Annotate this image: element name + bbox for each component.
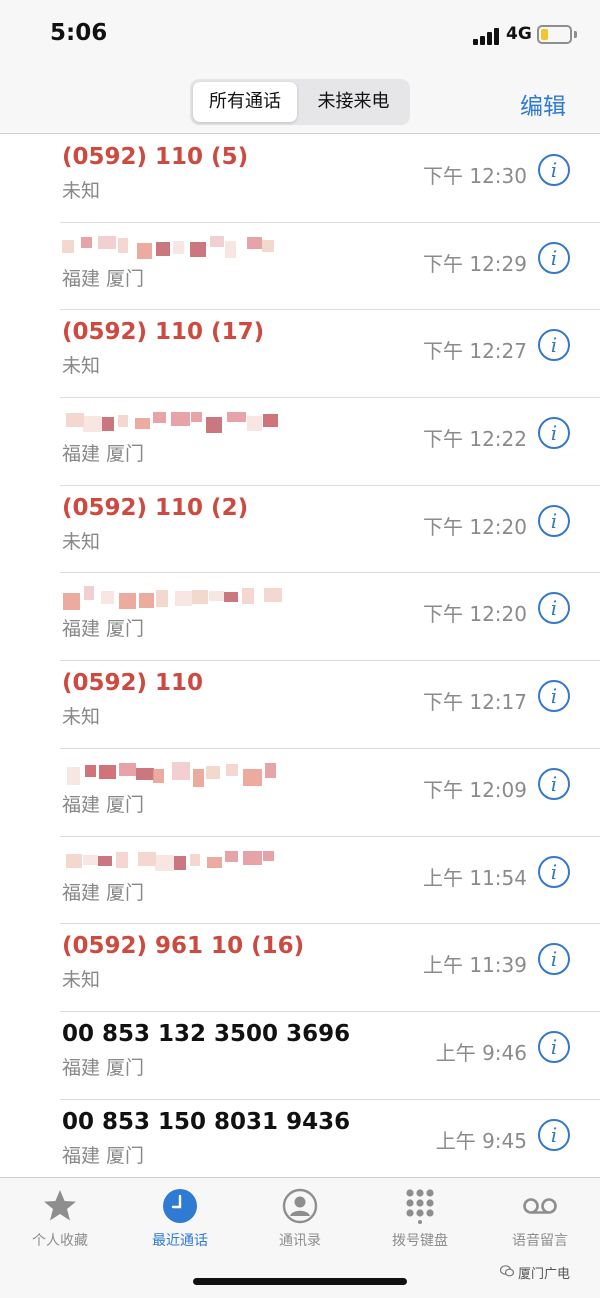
call-row[interactable]: 福建 厦门 上午 11:54 i bbox=[0, 837, 600, 925]
voicemail-icon bbox=[522, 1188, 558, 1224]
call-time: 下午 12:20 bbox=[423, 514, 527, 539]
tab-voicemail[interactable]: 语音留言 bbox=[480, 1178, 600, 1268]
info-icon[interactable]: i bbox=[538, 680, 570, 713]
redacted-number bbox=[62, 850, 282, 876]
caller-location: 福建 厦门 bbox=[62, 881, 145, 904]
caller-location: 福建 厦门 bbox=[62, 618, 145, 641]
call-time: 上午 11:39 bbox=[423, 953, 527, 978]
home-indicator[interactable] bbox=[193, 1278, 407, 1285]
call-row[interactable]: 福建 厦门 下午 12:29 i bbox=[0, 223, 600, 311]
caller-location: 福建 厦门 bbox=[62, 443, 145, 466]
tab-label: 个人收藏 bbox=[32, 1233, 88, 1249]
redacted-number bbox=[62, 411, 282, 437]
call-time: 上午 9:46 bbox=[435, 1040, 527, 1065]
wechat-icon bbox=[500, 1265, 514, 1277]
keypad-icon bbox=[402, 1188, 438, 1224]
info-icon[interactable]: i bbox=[538, 1118, 570, 1151]
call-row[interactable]: (0592) 110 未知 下午 12:17 i bbox=[0, 661, 600, 749]
nav-bar: 所有通话 未接来电 编辑 bbox=[0, 70, 600, 134]
call-time: 下午 12:29 bbox=[423, 251, 527, 276]
call-time: 下午 12:27 bbox=[423, 339, 527, 364]
tab-clock[interactable]: 最近通话 bbox=[120, 1178, 240, 1268]
call-row[interactable]: 福建 厦门 下午 12:09 i bbox=[0, 749, 600, 837]
call-row[interactable]: (0592) 110 (5) 未知 下午 12:30 i bbox=[0, 135, 600, 223]
info-icon[interactable]: i bbox=[538, 329, 570, 362]
call-time: 下午 12:20 bbox=[423, 602, 527, 627]
caller-location: 未知 bbox=[62, 355, 101, 378]
tab-keypad[interactable]: 拨号键盘 bbox=[360, 1178, 480, 1268]
call-row[interactable]: 00 853 132 3500 3696 福建 厦门 上午 9:46 i bbox=[0, 1012, 600, 1100]
star-icon bbox=[42, 1188, 78, 1224]
watermark: 厦门广电 bbox=[518, 1267, 571, 1282]
caller-location: 福建 厦门 bbox=[62, 267, 145, 290]
info-icon[interactable]: i bbox=[538, 241, 570, 274]
info-icon[interactable]: i bbox=[538, 417, 570, 450]
status-time: 5:06 bbox=[50, 20, 108, 46]
caller-location: 未知 bbox=[62, 969, 101, 992]
segment-all-calls[interactable]: 所有通话 bbox=[193, 82, 297, 122]
caller-number: (0592) 961 10 (16) bbox=[62, 933, 305, 960]
caller-location: 福建 厦门 bbox=[62, 1144, 145, 1167]
tab-label: 语音留言 bbox=[512, 1233, 568, 1249]
info-icon[interactable]: i bbox=[538, 154, 570, 186]
call-row[interactable]: 00 853 150 8031 9436 福建 厦门 上午 9:45 i bbox=[0, 1100, 600, 1175]
info-icon[interactable]: i bbox=[538, 1030, 570, 1063]
info-icon[interactable]: i bbox=[538, 504, 570, 537]
caller-number: (0592) 110 bbox=[62, 670, 204, 697]
caller-number: (0592) 110 (17) bbox=[62, 319, 265, 346]
call-time: 下午 12:09 bbox=[423, 777, 527, 802]
status-bar: 5:06 4G bbox=[0, 0, 600, 70]
caller-number: 00 853 150 8031 9436 bbox=[62, 1108, 351, 1135]
caller-location: 未知 bbox=[62, 530, 101, 553]
info-icon[interactable]: i bbox=[538, 592, 570, 625]
tab-contact[interactable]: 通讯录 bbox=[240, 1178, 360, 1268]
tab-label: 最近通话 bbox=[152, 1233, 208, 1249]
redacted-number bbox=[62, 235, 282, 262]
tab-label: 通讯录 bbox=[279, 1233, 321, 1249]
caller-location: 未知 bbox=[62, 180, 101, 202]
call-row[interactable]: 福建 厦门 下午 12:20 i bbox=[0, 573, 600, 661]
network-type: 4G bbox=[506, 24, 532, 44]
redacted-number bbox=[62, 761, 282, 788]
call-time: 下午 12:22 bbox=[423, 427, 527, 452]
signal-icon bbox=[473, 28, 501, 45]
battery-cap bbox=[574, 31, 577, 38]
edit-button[interactable]: 编辑 bbox=[520, 87, 566, 121]
info-icon[interactable]: i bbox=[538, 767, 570, 800]
caller-location: 福建 厦门 bbox=[62, 793, 145, 816]
call-row[interactable]: (0592) 110 (17) 未知 下午 12:27 i bbox=[0, 310, 600, 398]
call-row[interactable]: (0592) 961 10 (16) 未知 上午 11:39 i bbox=[0, 924, 600, 1012]
call-row[interactable]: 福建 厦门 下午 12:22 i bbox=[0, 398, 600, 486]
caller-number: (0592) 110 (5) bbox=[62, 144, 249, 170]
tab-label: 拨号键盘 bbox=[392, 1233, 448, 1249]
caller-location: 福建 厦门 bbox=[62, 1056, 145, 1079]
info-icon[interactable]: i bbox=[538, 855, 570, 888]
call-row[interactable]: (0592) 110 (2) 未知 下午 12:20 i bbox=[0, 486, 600, 574]
call-filter-segmented-control: 所有通话 未接来电 bbox=[190, 79, 410, 125]
redacted-number bbox=[62, 586, 282, 612]
contact-icon bbox=[282, 1188, 318, 1224]
clock-icon bbox=[162, 1188, 198, 1224]
caller-location: 未知 bbox=[62, 706, 101, 729]
call-time: 上午 11:54 bbox=[423, 865, 527, 890]
call-time: 下午 12:17 bbox=[423, 690, 527, 715]
tab-star[interactable]: 个人收藏 bbox=[0, 1178, 120, 1268]
caller-number: (0592) 110 (2) bbox=[62, 494, 249, 521]
segment-missed-calls[interactable]: 未接来电 bbox=[300, 82, 407, 122]
caller-number: 00 853 132 3500 3696 bbox=[62, 1020, 351, 1047]
info-icon[interactable]: i bbox=[538, 943, 570, 976]
battery-icon bbox=[537, 25, 572, 44]
call-time: 上午 9:45 bbox=[435, 1128, 527, 1153]
recent-calls-list[interactable]: (0592) 110 (5) 未知 下午 12:30 i 福建 厦门 下午 12:29 i(… bbox=[0, 135, 600, 1175]
call-time: 下午 12:30 bbox=[423, 164, 527, 188]
